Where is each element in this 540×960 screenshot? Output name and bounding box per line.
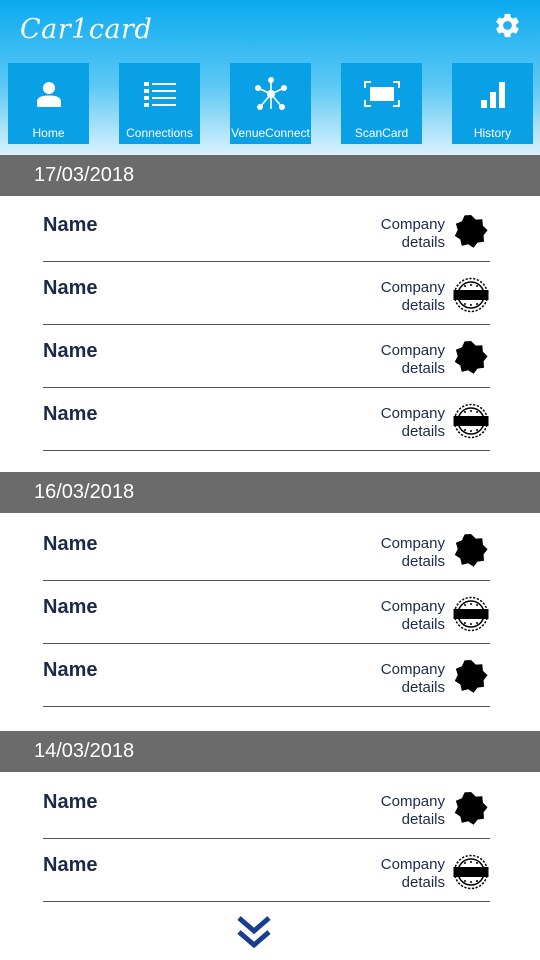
company-details: Company details [380,856,445,891]
company-details: Company details [380,661,445,696]
nav-history-button[interactable]: History [452,63,533,144]
bar-chart-icon [480,82,505,108]
seal-icon [453,659,489,695]
seal-icon [453,214,489,250]
stamp-seal-icon [453,854,489,890]
stamp-seal-icon [453,403,489,439]
date-header: 16/03/2018 [0,472,540,513]
connection-row[interactable]: Name Company details [43,388,490,451]
person-icon [36,82,61,107]
nav-label: History [473,126,512,140]
connection-row[interactable]: Name Company details [43,262,490,325]
contact-name: Name [43,854,98,876]
company-details: Company details [380,535,445,570]
seal-icon [453,340,489,376]
nav-label: VenueConnect [231,126,310,140]
company-details: Company details [380,216,445,251]
connection-row[interactable]: Name Company details [43,644,490,707]
nav-home-button[interactable]: Home [8,63,89,144]
company-details: Company details [380,598,445,633]
contact-name: Name [43,277,98,299]
main-nav: Home Connections VenueConnect ScanCard H… [0,63,540,144]
gear-icon[interactable] [493,11,522,40]
company-details: Company details [380,279,445,314]
connection-row[interactable]: Name Company details [43,325,490,388]
contact-name: Name [43,214,98,236]
nav-label: Connections [126,126,193,140]
nav-label: Home [32,126,65,140]
nav-scancard-button[interactable]: ScanCard [341,63,422,144]
connection-row[interactable]: Name Company details [43,581,490,644]
nav-connections-button[interactable]: Connections [119,63,200,144]
nav-label: ScanCard [354,126,409,140]
connection-row[interactable]: Name Company details [43,776,490,839]
scan-icon [363,81,400,107]
contact-name: Name [43,596,98,618]
seal-icon [453,791,489,827]
chevron-double-down-icon[interactable] [237,914,271,950]
company-details: Company details [380,793,445,828]
company-details: Company details [380,342,445,377]
seal-icon [453,533,489,569]
contact-name: Name [43,659,98,681]
app-logo: Car1card [20,14,153,45]
contact-name: Name [43,791,98,813]
contact-name: Name [43,533,98,555]
list-icon [143,82,176,107]
date-header: 17/03/2018 [0,155,540,196]
contact-name: Name [43,403,98,425]
app-header: Car1card Home Connections VenueConnect S… [0,0,540,157]
contact-name: Name [43,340,98,362]
connection-row[interactable]: Name Company details [43,518,490,581]
company-details: Company details [380,405,445,440]
network-icon [254,77,287,110]
stamp-seal-icon [453,277,489,313]
nav-venueconnect-button[interactable]: VenueConnect [230,63,311,144]
date-header: 14/03/2018 [0,731,540,772]
connection-row[interactable]: Name Company details [43,839,490,902]
connection-row[interactable]: Name Company details [43,199,490,262]
stamp-seal-icon [453,596,489,632]
